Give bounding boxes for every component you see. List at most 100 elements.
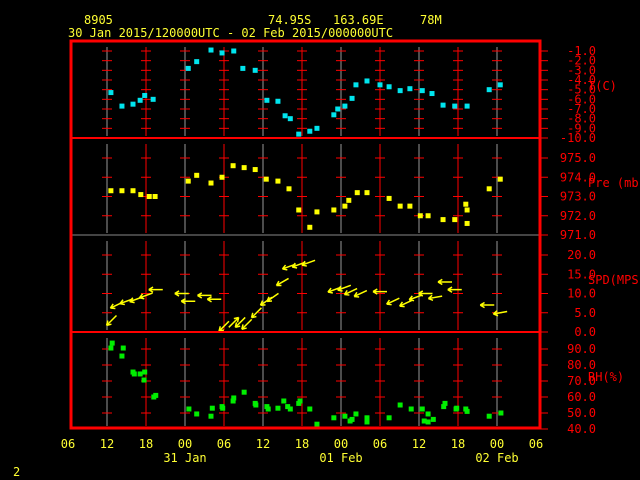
wind-arrow — [174, 290, 189, 297]
date-label: 02 Feb — [475, 451, 518, 465]
x-tick-label: 00 — [178, 437, 192, 451]
pres-point — [346, 197, 352, 203]
temp-point — [364, 78, 370, 84]
pres-point — [241, 165, 247, 171]
wind-arrow — [301, 259, 316, 267]
temp-point — [377, 82, 383, 88]
wind-arrow — [418, 290, 433, 297]
pres-point — [486, 186, 492, 192]
meteogram-chart: 8905 74.95S 163.69E 78M 30 Jan 2015/1200… — [13, 13, 640, 479]
rh-point — [131, 371, 137, 377]
temp-point — [429, 91, 435, 97]
pres-point — [230, 163, 236, 169]
rh-point — [120, 345, 126, 351]
station-lon: 163.69E — [333, 13, 384, 27]
rh-point — [464, 408, 470, 414]
temp-point — [194, 59, 200, 65]
rh-point — [194, 411, 200, 417]
x-tick-label: 06 — [217, 437, 231, 451]
temp-point — [240, 65, 246, 71]
pres-point — [152, 194, 158, 199]
temp-point — [108, 90, 114, 96]
wind-arrow — [180, 297, 196, 305]
y-tick-label: 971.0 — [560, 228, 596, 242]
temp-point — [142, 92, 148, 98]
rh-point — [425, 411, 431, 417]
temp-point — [137, 97, 143, 103]
pres-point — [263, 176, 269, 182]
temp-point — [464, 103, 470, 109]
pres-point — [275, 178, 281, 184]
x-tick-label: 00 — [490, 437, 504, 451]
temp-point — [150, 96, 156, 102]
pres-point — [130, 188, 136, 194]
rh-point — [241, 389, 247, 395]
temp-point — [335, 106, 341, 112]
wind-arrow — [266, 292, 279, 303]
temp-point — [219, 50, 225, 56]
pres-point — [146, 194, 152, 199]
x-tick-label: 06 — [529, 437, 543, 451]
temp-point — [275, 98, 281, 104]
rh-point — [265, 406, 271, 412]
rh-point — [209, 405, 215, 411]
rh-point — [425, 419, 431, 425]
temp-point — [130, 101, 136, 107]
wind-arrow — [241, 318, 253, 330]
wind-arrow — [206, 296, 222, 303]
pres-point — [286, 186, 292, 192]
y-tick-label: 972.0 — [560, 209, 596, 223]
pres-point — [425, 213, 431, 219]
x-tick-label: 12 — [100, 437, 114, 451]
rh-point — [408, 406, 414, 412]
y-tick-label: 0.0 — [574, 325, 596, 339]
rh-point — [119, 353, 125, 359]
panel-label: T(C) — [588, 79, 617, 93]
temp-point — [185, 65, 191, 71]
wind-arrow — [275, 277, 289, 287]
temp-point — [452, 103, 458, 109]
rh-point — [108, 345, 114, 351]
pres-point — [407, 203, 413, 209]
rh-point — [430, 416, 436, 422]
rh-point — [419, 406, 425, 412]
rh-point — [442, 400, 448, 406]
temp-point — [264, 97, 270, 103]
rh-point — [486, 413, 492, 419]
wind-arrow — [337, 284, 352, 292]
y-tick-label: 50.0 — [567, 406, 596, 420]
panel-label: RH(%) — [588, 370, 624, 384]
y-tick-label: -10.0 — [560, 131, 596, 145]
wind-arrow — [353, 289, 368, 298]
rh-point — [397, 402, 403, 408]
y-tick-label: 5.0 — [574, 306, 596, 320]
rh-point — [307, 406, 313, 412]
temp-point — [497, 82, 503, 88]
rh-point — [281, 398, 287, 404]
rh-point — [331, 415, 337, 421]
y-tick-label: 20.0 — [567, 248, 596, 262]
rh-point — [109, 340, 115, 346]
temp-point — [296, 131, 302, 137]
y-tick-label: 60.0 — [567, 390, 596, 404]
panel-label: SPD(MPS) — [588, 273, 640, 287]
pres-point — [464, 207, 470, 213]
rh-point — [141, 377, 147, 383]
temp-point — [252, 67, 258, 73]
pres-point — [108, 188, 114, 194]
wind-arrow — [437, 278, 452, 286]
wind-arrow — [492, 310, 508, 317]
station-elevation: 78M — [420, 13, 442, 27]
pres-point — [119, 188, 125, 194]
wind-arrow — [386, 297, 400, 306]
pres-point — [354, 190, 360, 196]
x-tick-label: 06 — [61, 437, 75, 451]
station-lat: 74.95S — [268, 13, 311, 27]
y-tick-label: 10.0 — [567, 287, 596, 301]
rh-point — [220, 405, 226, 411]
rh-point — [454, 405, 460, 411]
rh-point — [186, 406, 192, 412]
temp-point — [440, 102, 446, 108]
temp-point — [342, 103, 348, 109]
temp-point — [119, 103, 125, 109]
